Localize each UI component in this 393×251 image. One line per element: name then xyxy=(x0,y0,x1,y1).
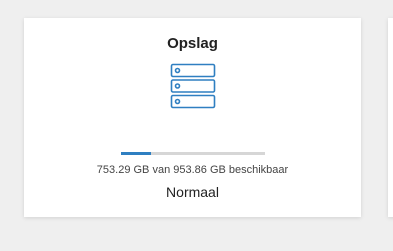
adjacent-card-edge xyxy=(388,18,393,217)
storage-capacity-text: 753.29 GB van 953.86 GB beschikbaar xyxy=(96,164,289,176)
storage-drives-icon xyxy=(170,63,216,109)
storage-card: Opslag 753.29 GB van 953.86 GB beschikba… xyxy=(24,18,361,217)
card-title: Opslag xyxy=(167,35,218,52)
storage-status: Normaal xyxy=(166,184,219,200)
storage-progress-bar xyxy=(121,152,265,155)
storage-progress-fill xyxy=(121,152,152,155)
